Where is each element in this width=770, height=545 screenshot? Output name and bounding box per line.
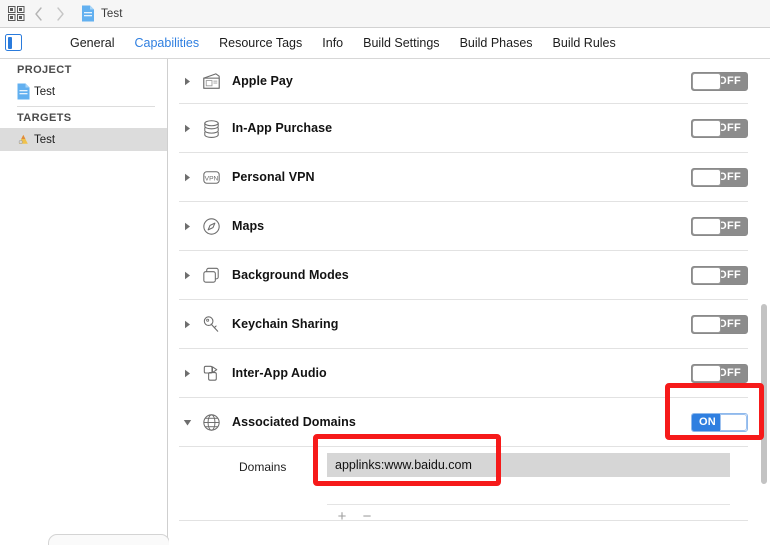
wallet-icon bbox=[203, 72, 220, 89]
tab-build-phases[interactable]: Build Phases bbox=[450, 36, 543, 50]
toolbar-title: Test bbox=[101, 7, 123, 20]
capability-label: In-App Purchase bbox=[232, 121, 333, 135]
capability-label: Associated Domains bbox=[232, 415, 356, 429]
domains-table: applinks:www.baidu.com + − bbox=[327, 453, 730, 527]
capability-toggle-keychain-sharing[interactable]: OFF bbox=[691, 314, 748, 334]
capability-toggle-apple-pay[interactable]: OFF bbox=[691, 71, 748, 91]
capability-row-keychain-sharing[interactable]: Keychain Sharing OFF bbox=[179, 300, 748, 349]
disclosure-triangle-collapsed-icon[interactable] bbox=[183, 222, 192, 231]
domains-field-label: Domains bbox=[239, 460, 287, 474]
capability-row-in-app-purchase[interactable]: In-App Purchase OFF bbox=[179, 104, 748, 153]
toggle-knob bbox=[692, 266, 721, 284]
capability-toggle-in-app-purchase[interactable]: OFF bbox=[691, 118, 748, 138]
capability-row-apple-pay[interactable]: Apple Pay OFF bbox=[179, 59, 748, 104]
toggle-state-label: ON bbox=[698, 416, 717, 428]
navigator-item-project-test[interactable]: Test bbox=[0, 80, 167, 103]
navigator-item-label: Test bbox=[34, 85, 56, 98]
targets-section-header: TARGETS bbox=[17, 112, 72, 124]
capability-row-background-modes[interactable]: Background Modes OFF bbox=[179, 251, 748, 300]
capability-label: Background Modes bbox=[232, 268, 349, 282]
capability-label: Keychain Sharing bbox=[232, 317, 339, 331]
capability-label: Inter-App Audio bbox=[232, 366, 327, 380]
capabilities-pane: Apple Pay OFF In-App Purchase OFF VPN Pe… bbox=[169, 59, 770, 545]
vpn-icon: VPN bbox=[203, 170, 220, 184]
toggle-knob bbox=[692, 315, 721, 333]
toggle-state-label: OFF bbox=[718, 318, 741, 330]
tab-general[interactable]: General bbox=[60, 36, 124, 50]
capability-row-personal-vpn[interactable]: VPN Personal VPN OFF bbox=[179, 153, 748, 202]
toolbar: Test bbox=[0, 0, 770, 28]
toggle-state-label: OFF bbox=[718, 367, 741, 379]
capability-label: Maps bbox=[232, 219, 265, 233]
navigator-item-target-test[interactable]: Test bbox=[0, 128, 167, 151]
disclosure-triangle-collapsed-icon[interactable] bbox=[183, 369, 192, 378]
svg-text:VPN: VPN bbox=[205, 175, 219, 182]
layers-icon bbox=[203, 267, 219, 283]
chevron-right-icon[interactable] bbox=[56, 6, 65, 21]
add-domain-button[interactable]: + bbox=[336, 509, 348, 524]
tab-resource-tags[interactable]: Resource Tags bbox=[209, 36, 312, 50]
domains-table-actions: + − bbox=[327, 505, 730, 527]
disclosure-triangle-collapsed-icon[interactable] bbox=[183, 77, 192, 86]
navigation-buttons bbox=[34, 6, 65, 21]
project-navigator: PROJECT Test TARGETS Test bbox=[0, 59, 170, 545]
chevron-left-icon[interactable] bbox=[34, 6, 43, 21]
tab-list: General Capabilities Resource Tags Info … bbox=[60, 28, 770, 58]
toggle-state-label: OFF bbox=[718, 75, 741, 87]
associated-domains-detail: Domains applinks:www.baidu.com + − bbox=[179, 447, 748, 524]
toggle-knob bbox=[692, 364, 721, 382]
capability-toggle-inter-app-audio[interactable]: OFF bbox=[691, 363, 748, 383]
toggle-knob bbox=[692, 168, 721, 186]
project-section-header: PROJECT bbox=[17, 64, 72, 76]
capability-toggle-associated-domains[interactable]: ON bbox=[691, 412, 748, 432]
capability-toggle-maps[interactable]: OFF bbox=[691, 216, 748, 236]
tab-info[interactable]: Info bbox=[312, 36, 353, 50]
capability-list: Apple Pay OFF In-App Purchase OFF VPN Pe… bbox=[169, 59, 770, 524]
capability-row-inter-app-audio[interactable]: Inter-App Audio OFF bbox=[179, 349, 748, 398]
domains-table-empty-area[interactable] bbox=[327, 477, 730, 505]
navigator-filter-bar[interactable] bbox=[48, 534, 170, 545]
disclosure-triangle-collapsed-icon[interactable] bbox=[183, 271, 192, 280]
capability-toggle-background-modes[interactable]: OFF bbox=[691, 265, 748, 285]
navigator-item-label: Test bbox=[34, 133, 56, 146]
sidebar-toggle-icon[interactable] bbox=[5, 34, 22, 51]
tab-capabilities[interactable]: Capabilities bbox=[124, 36, 209, 50]
toggle-state-label: OFF bbox=[718, 171, 741, 183]
disclosure-triangle-collapsed-icon[interactable] bbox=[183, 124, 192, 133]
remove-domain-button[interactable]: − bbox=[361, 509, 373, 524]
toggle-knob bbox=[692, 217, 721, 235]
tab-build-settings[interactable]: Build Settings bbox=[353, 36, 449, 50]
disclosure-triangle-collapsed-icon[interactable] bbox=[183, 173, 192, 182]
vertical-scrollbar[interactable] bbox=[760, 119, 768, 541]
domains-table-row-selected[interactable]: applinks:www.baidu.com bbox=[327, 453, 730, 477]
compass-icon bbox=[203, 217, 220, 235]
grid-icon[interactable] bbox=[8, 6, 25, 21]
tab-build-rules[interactable]: Build Rules bbox=[543, 36, 626, 50]
toggle-state-label: OFF bbox=[718, 220, 741, 232]
capability-label: Personal VPN bbox=[232, 170, 315, 184]
toggle-knob bbox=[692, 119, 721, 137]
disclosure-triangle-collapsed-icon[interactable] bbox=[183, 320, 192, 329]
capability-label: Apple Pay bbox=[232, 74, 293, 88]
inter-app-audio-icon bbox=[203, 365, 218, 381]
capability-row-maps[interactable]: Maps OFF bbox=[179, 202, 748, 251]
key-icon bbox=[203, 315, 219, 332]
database-icon bbox=[204, 119, 219, 138]
project-document-icon bbox=[17, 83, 30, 100]
scrollbar-thumb[interactable] bbox=[761, 304, 767, 484]
editor-tab-bar: General Capabilities Resource Tags Info … bbox=[0, 28, 770, 59]
capability-toggle-personal-vpn[interactable]: OFF bbox=[691, 167, 748, 187]
app-target-icon bbox=[18, 134, 28, 144]
disclosure-triangle-expanded-icon[interactable] bbox=[183, 418, 192, 427]
project-document-icon bbox=[82, 5, 94, 22]
toggle-state-label: OFF bbox=[718, 122, 741, 134]
toggle-knob bbox=[692, 72, 721, 90]
toggle-track-on: ON bbox=[692, 413, 723, 431]
toggle-knob bbox=[720, 413, 747, 431]
globe-icon bbox=[203, 413, 220, 431]
capability-row-associated-domains[interactable]: Associated Domains ON bbox=[179, 398, 748, 447]
toggle-state-label: OFF bbox=[718, 269, 741, 281]
xcode-project-editor-window: Test General Capabilities Resource Tags … bbox=[0, 0, 770, 545]
